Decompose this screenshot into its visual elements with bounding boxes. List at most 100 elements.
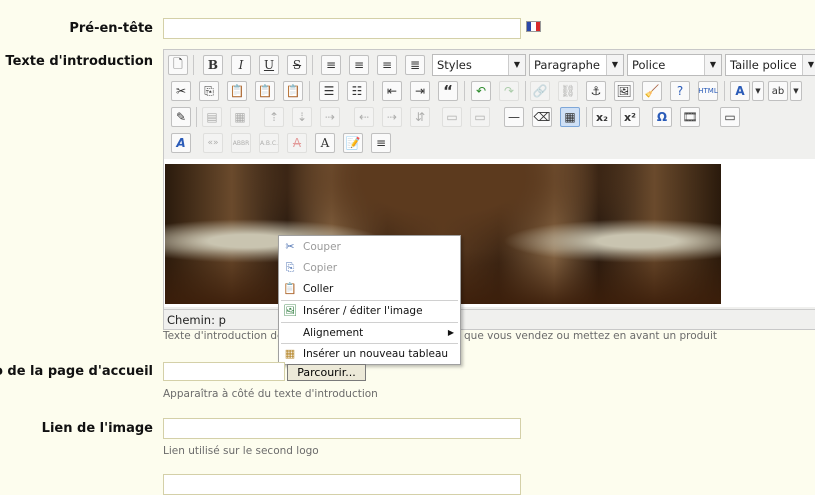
context-insert-image-label: Insérer / éditer l'image: [303, 305, 423, 317]
font-select-label: Police: [632, 58, 666, 72]
horizontal-rule-icon[interactable]: —: [504, 107, 524, 127]
context-cut-label: Couper: [303, 241, 341, 253]
italic-button[interactable]: I: [231, 55, 251, 75]
font-select[interactable]: Police ▼: [627, 54, 722, 76]
superscript-icon[interactable]: x²: [620, 107, 640, 127]
paragraph-select-label: Paragraphe: [534, 58, 600, 72]
indent-icon[interactable]: ⇥: [410, 81, 430, 101]
image-link-input[interactable]: [163, 418, 521, 439]
form-icon[interactable]: ▭: [720, 107, 740, 127]
paste-icon[interactable]: 📋: [227, 81, 247, 101]
bold-button[interactable]: B: [203, 55, 223, 75]
delete-row-icon[interactable]: ⇢: [320, 107, 340, 127]
edit-css-icon[interactable]: ✎: [171, 107, 191, 127]
logo-hint: Apparaîtra à côté du texte d'introductio…: [163, 388, 378, 400]
rich-text-editor: 🗋 B I U S ≡ ≡ ≡ ≣ Styles ▼ Paragraphe ▼ Po…: [163, 49, 815, 330]
bullet-list-icon[interactable]: ☰: [319, 81, 339, 101]
chevron-down-icon: ▼: [802, 55, 815, 75]
logo-label: ogo de la page d'accueil: [0, 364, 153, 379]
editor-content-area[interactable]: [164, 159, 815, 307]
highlight-dropdown-icon[interactable]: ▼: [790, 81, 802, 101]
merge-cells-icon[interactable]: ▭: [470, 107, 490, 127]
image-icon[interactable]: 🖼: [614, 81, 634, 101]
delete-col-icon[interactable]: ⇵: [410, 107, 430, 127]
table-icon: ▦: [284, 347, 296, 360]
visual-chars-icon[interactable]: ≡: [371, 133, 391, 153]
context-alignment[interactable]: Alignement ▶: [279, 323, 460, 343]
attributes-icon[interactable]: 📝: [343, 133, 363, 153]
undo-icon[interactable]: ↶: [471, 81, 491, 101]
insert-col-before-icon[interactable]: ⇠: [354, 107, 374, 127]
context-paste-label: Coller: [303, 283, 334, 295]
insert-row-before-icon[interactable]: ⇡: [264, 107, 284, 127]
cite-icon[interactable]: «»: [203, 133, 223, 153]
french-flag-icon: [526, 21, 541, 32]
html-source-icon[interactable]: HTML: [698, 81, 718, 101]
special-char-icon[interactable]: Ω: [652, 107, 672, 127]
paste-text-icon[interactable]: 📋: [255, 81, 275, 101]
paste-word-icon[interactable]: 📋: [283, 81, 303, 101]
remove-format-icon[interactable]: ⌫: [532, 107, 552, 127]
context-copy[interactable]: ⎘ Copier: [279, 258, 460, 278]
underline-button[interactable]: U: [259, 55, 279, 75]
strikethrough-button[interactable]: S: [287, 55, 307, 75]
link-icon[interactable]: 🔗: [530, 81, 550, 101]
insert-row-after-icon[interactable]: ⇣: [292, 107, 312, 127]
context-cut[interactable]: ✂ Couper: [279, 237, 460, 257]
copy-icon[interactable]: ⎘: [199, 81, 219, 101]
intro-hint-right: que vous vendez ou mettez en avant un pr…: [464, 330, 717, 342]
paragraph-select[interactable]: Paragraphe ▼: [529, 54, 624, 76]
blockquote-icon[interactable]: “: [438, 81, 458, 101]
deletion-icon[interactable]: A: [287, 133, 307, 153]
context-paste[interactable]: 📋 Coller: [279, 279, 460, 299]
cut-icon[interactable]: ✂: [171, 81, 191, 101]
abbr-icon[interactable]: ABBR: [231, 133, 251, 153]
insertion-icon[interactable]: A: [315, 133, 335, 153]
text-color-icon[interactable]: A: [730, 81, 750, 101]
font-size-select[interactable]: Taille police ▼: [725, 54, 815, 76]
table-row-props-icon[interactable]: ▤: [202, 107, 222, 127]
align-left-icon[interactable]: ≡: [321, 55, 341, 75]
acronym-icon[interactable]: A.B.C.: [259, 133, 279, 153]
preheader-label: Pré-en-tête: [69, 21, 153, 36]
styles-select[interactable]: Styles ▼: [432, 54, 526, 76]
preheader-input[interactable]: [163, 18, 521, 39]
context-insert-image[interactable]: 🖼 Insérer / éditer l'image: [279, 301, 460, 321]
insert-col-after-icon[interactable]: ⇢: [382, 107, 402, 127]
context-alignment-label: Alignement: [303, 327, 364, 339]
browse-button[interactable]: Parcourir...: [287, 364, 366, 381]
table-icon[interactable]: ▦: [560, 107, 580, 127]
align-right-icon[interactable]: ≡: [377, 55, 397, 75]
logo-file-input[interactable]: [163, 362, 285, 381]
align-center-icon[interactable]: ≡: [349, 55, 369, 75]
styles-select-label: Styles: [437, 58, 472, 72]
subscript-icon[interactable]: x₂: [592, 107, 612, 127]
anchor-icon[interactable]: ⚓: [586, 81, 606, 101]
context-insert-table-label: Insérer un nouveau tableau: [303, 348, 449, 360]
outdent-icon[interactable]: ⇤: [382, 81, 402, 101]
cut-icon: ✂: [285, 240, 295, 253]
context-insert-table[interactable]: ▦ Insérer un nouveau tableau: [279, 344, 460, 364]
style-props-icon[interactable]: A: [171, 133, 191, 153]
split-cells-icon[interactable]: ▭: [442, 107, 462, 127]
context-menu: ✂ Couper ⎘ Copier 📋 Coller 🖼 Insérer / é…: [278, 235, 461, 365]
redo-icon[interactable]: ↷: [499, 81, 519, 101]
next-field-input[interactable]: [163, 474, 521, 495]
highlight-color-icon[interactable]: ab: [768, 81, 788, 101]
unlink-icon[interactable]: ⛓: [558, 81, 578, 101]
table-cell-props-icon[interactable]: ▦: [230, 107, 250, 127]
image-link-label: Lien de l'image: [41, 421, 153, 436]
media-icon[interactable]: 🎞: [680, 107, 700, 127]
new-document-icon[interactable]: 🗋: [168, 55, 188, 75]
font-size-select-label: Taille police: [730, 58, 797, 72]
intro-hint-left: Texte d'introduction de v: [163, 330, 294, 342]
chevron-down-icon: ▼: [508, 55, 525, 75]
image-link-hint: Lien utilisé sur le second logo: [163, 445, 319, 457]
cleanup-icon[interactable]: 🧹: [642, 81, 662, 101]
help-icon[interactable]: ?: [670, 81, 690, 101]
align-justify-icon[interactable]: ≣: [405, 55, 425, 75]
element-path: Chemin: p: [167, 313, 226, 327]
chevron-down-icon: ▼: [606, 55, 623, 75]
text-color-dropdown-icon[interactable]: ▼: [752, 81, 764, 101]
numbered-list-icon[interactable]: ☷: [347, 81, 367, 101]
